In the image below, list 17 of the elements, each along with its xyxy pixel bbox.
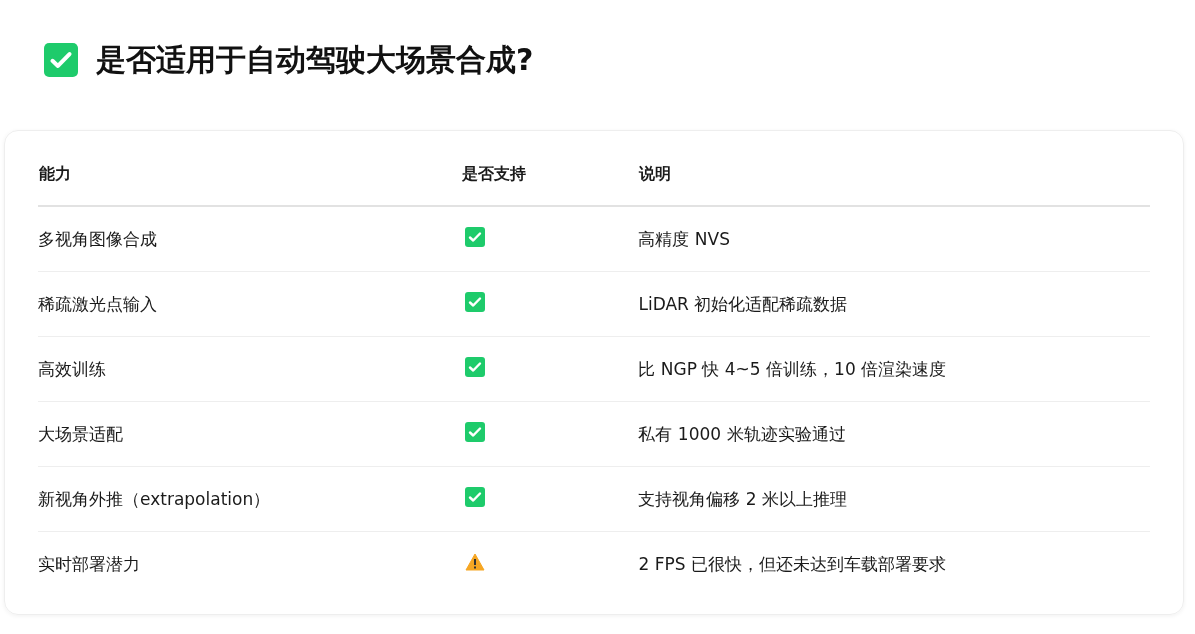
table-cell: 私有 1000 米轨迹实验通过 bbox=[638, 423, 846, 444]
table-cell: 新视角外推（extrapolation） bbox=[38, 488, 271, 509]
table-cell: 比 NGP 快 4~5 倍训练，10 倍渲染速度 bbox=[638, 358, 947, 379]
column-header: 说明 bbox=[638, 143, 1150, 206]
table-cell: 2 FPS 已很快，但还未达到车载部署要求 bbox=[638, 553, 946, 574]
table-cell: 支持视角偏移 2 米以上推理 bbox=[638, 488, 848, 509]
check-icon bbox=[44, 43, 78, 77]
column-header: 能力 bbox=[38, 143, 461, 206]
column-header: 是否支持 bbox=[460, 143, 639, 206]
table-cell: LiDAR 初始化适配稀疏数据 bbox=[638, 293, 848, 314]
table-cell: 高精度 NVS bbox=[638, 228, 730, 249]
table-cell: 实时部署潜力 bbox=[38, 553, 140, 574]
section-title: 是否适用于自动驾驶大场景合成? bbox=[96, 40, 534, 79]
table-cell: 高效训练 bbox=[38, 358, 106, 379]
table-cell: 多视角图像合成 bbox=[38, 228, 157, 249]
table-cell: 大场景适配 bbox=[38, 423, 123, 444]
table-cell: 稀疏激光点输入 bbox=[38, 293, 157, 314]
